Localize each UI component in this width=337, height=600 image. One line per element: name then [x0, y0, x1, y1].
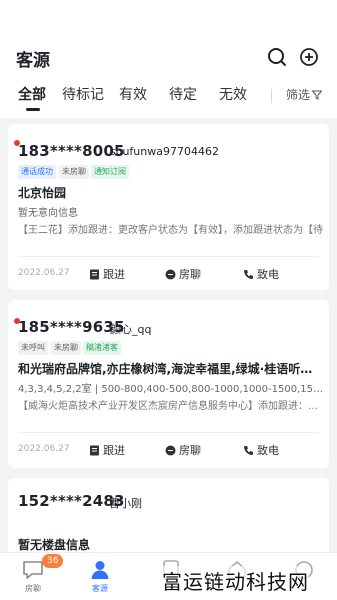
call-label: 致电	[257, 444, 279, 457]
tab-undetermined[interactable]: 待定	[169, 84, 197, 110]
divider	[18, 256, 319, 257]
page-title: 客源	[16, 51, 50, 71]
tab-all[interactable]: 全部	[18, 84, 46, 110]
follow-label: 跟进	[103, 444, 125, 457]
follow-button[interactable]: 跟进	[89, 442, 125, 458]
phone-icon	[244, 269, 253, 279]
customer-nickname: 颜心_qq	[110, 323, 152, 336]
customer-nickname: 曹小刚	[109, 497, 142, 510]
call-button[interactable]: 致电	[243, 266, 279, 282]
status-tag: 未呼叫	[18, 341, 48, 355]
header: 客源 全部 待标记 有效 待定 无效 筛选	[0, 0, 337, 118]
status-tag: 未房聊	[51, 341, 81, 355]
chat-icon	[165, 445, 176, 455]
tabs-divider	[271, 89, 272, 103]
card-actions: 2022.06.27 跟进 房聊 致电	[8, 440, 329, 462]
note-icon	[90, 445, 99, 455]
funnel-icon	[312, 90, 323, 100]
call-label: 致电	[257, 268, 279, 281]
customer-nickname: soufunwa97704462	[110, 145, 219, 158]
chat-button[interactable]: 房聊	[165, 266, 201, 282]
nav-label-customers: 客源	[92, 584, 108, 593]
customer-card[interactable]: 185****9635 颜心_qq 未呼叫 未房聊 稿渚渚客 和光瑞府品牌馆,亦…	[8, 300, 329, 468]
divider	[18, 432, 319, 433]
estate-text: 北京怡园	[18, 186, 67, 200]
person-icon	[91, 561, 109, 579]
status-tag: 稿渚渚客	[83, 341, 121, 355]
tab-pending-mark[interactable]: 待标记	[62, 84, 104, 110]
nav-label-chat: 房聊	[25, 584, 41, 593]
watermark-text: 富运链动科技网	[162, 566, 309, 595]
follow-up-text: 【王二花】添加跟进：更改客户状态为【有效】，添加跟进状态为【待	[18, 225, 323, 236]
status-tabs: 全部 待标记 有效 待定 无效 筛选	[0, 84, 337, 118]
call-button[interactable]: 致电	[243, 442, 279, 458]
status-tag: 通话成功	[18, 165, 56, 179]
card-date: 2022.06.27	[18, 444, 70, 454]
search-icon[interactable]	[266, 46, 288, 68]
chat-icon	[165, 269, 176, 279]
follow-label: 跟进	[103, 268, 125, 281]
card-actions: 2022.06.27 跟进 房聊 致电	[8, 264, 329, 286]
chat-label: 房聊	[179, 444, 201, 457]
chat-label: 房聊	[179, 268, 201, 281]
phone-icon	[244, 445, 253, 455]
status-tag: 通知订阅	[91, 165, 129, 179]
filter-button[interactable]: 筛选	[286, 86, 323, 103]
intent-text: 暂无意向信息	[18, 208, 78, 219]
note-icon	[90, 269, 99, 279]
add-icon[interactable]	[298, 46, 320, 68]
filter-label: 筛选	[286, 88, 311, 102]
customer-card[interactable]: 183****8005 soufunwa97704462 通话成功 未房聊 通知…	[8, 124, 329, 290]
customer-phone: 183****8005	[18, 142, 125, 160]
estate-text: 暂无楼盘信息	[18, 538, 91, 552]
active-tab-indicator	[26, 108, 40, 111]
nav-item-customers[interactable]: 客源	[75, 553, 125, 600]
tab-valid[interactable]: 有效	[119, 84, 147, 110]
unread-badge: 36	[42, 554, 64, 568]
chat-button[interactable]: 房聊	[165, 442, 201, 458]
follow-button[interactable]: 跟进	[89, 266, 125, 282]
follow-up-text: 【威海火炬高技术产业开发区杰宸房产信息服务中心】添加跟进：更改客户	[18, 401, 323, 412]
tab-invalid[interactable]: 无效	[219, 84, 247, 110]
status-tag: 未房聊	[59, 165, 89, 179]
estate-text: 和光瑞府品牌馆,亦庄橡树湾,海淀幸福里,绿城·桂语听澜,...	[18, 362, 323, 376]
customer-phone: 185****9635	[18, 318, 125, 336]
card-date: 2022.06.27	[18, 268, 70, 278]
intent-text: 4,3,3,4,5,2,2室 | 500-800,400-500,800-100…	[18, 384, 323, 395]
